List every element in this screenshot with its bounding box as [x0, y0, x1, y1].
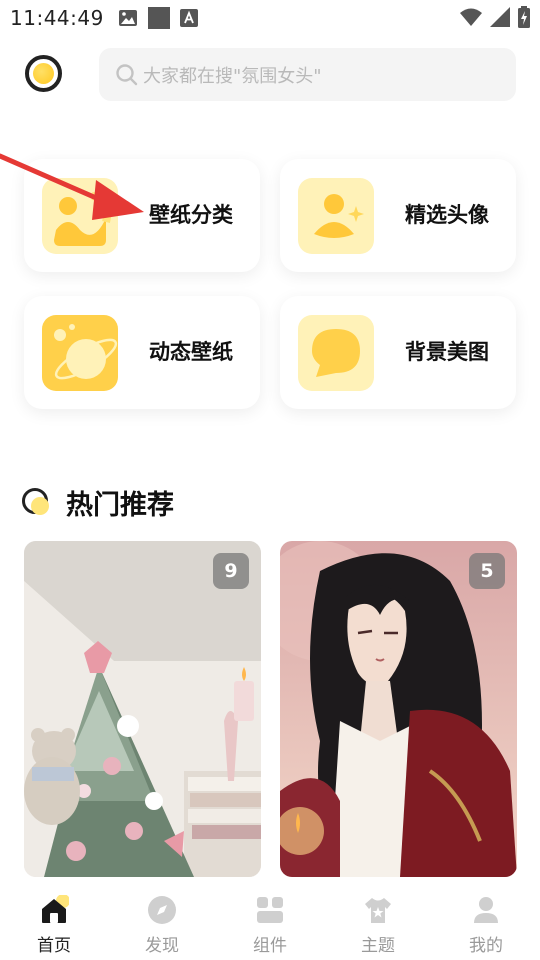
nav-item-theme[interactable]: 主题 — [324, 877, 432, 960]
category-card-background[interactable]: 背景美图 — [280, 296, 516, 409]
category-label: 壁纸分类 — [149, 203, 233, 227]
logo-sun-icon — [33, 63, 54, 84]
home-icon — [42, 895, 69, 923]
nav-item-widgets[interactable]: 组件 — [216, 877, 324, 960]
search-bar[interactable]: 大家都在搜"氛围女头" — [99, 48, 516, 101]
profile-icon — [474, 897, 498, 923]
category-card-avatar[interactable]: 精选头像 — [280, 159, 516, 272]
nav-label: 我的 — [469, 936, 503, 956]
square-icon — [147, 7, 170, 29]
category-card-live-wallpaper[interactable]: 动态壁纸 — [24, 296, 260, 409]
recommend-tile-1[interactable]: 9 — [24, 541, 261, 877]
nav-label: 主题 — [361, 936, 395, 956]
a-icon — [179, 9, 198, 27]
category-label: 精选头像 — [405, 203, 489, 227]
status-icons-right — [460, 6, 530, 28]
discover-icon — [148, 896, 176, 924]
recommend-tile-2[interactable]: 5 — [280, 541, 517, 877]
search-placeholder: 大家都在搜"氛围女头" — [143, 65, 322, 87]
nav-item-discover[interactable]: 发现 — [108, 877, 216, 960]
signal-icon — [490, 7, 510, 27]
battery-icon — [518, 6, 530, 28]
annotation-arrow — [0, 153, 144, 220]
status-icons-left — [118, 7, 198, 29]
nav-label: 组件 — [253, 936, 287, 956]
image-count-badge: 9 — [213, 553, 249, 589]
wifi-icon — [460, 8, 482, 26]
widgets-icon — [257, 897, 283, 923]
nav-item-home[interactable]: 首页 — [0, 877, 108, 960]
nav-item-profile[interactable]: 我的 — [432, 877, 540, 960]
app-logo[interactable] — [25, 55, 62, 92]
search-icon — [116, 63, 138, 85]
image-icon — [118, 10, 137, 26]
nav-label: 发现 — [145, 936, 179, 956]
category-label: 背景美图 — [405, 340, 489, 364]
category-label: 动态壁纸 — [149, 340, 233, 364]
status-bar: 11:44:49 — [0, 0, 540, 36]
anime-character-image — [280, 541, 517, 877]
christmas-tree-image — [24, 541, 261, 877]
status-time: 11:44:49 — [10, 6, 104, 30]
section-title: 热门推荐 — [66, 490, 174, 521]
planet-icon — [42, 315, 118, 391]
app-screen: 11:44:49 大家都在搜"氛围女头" 壁纸分类 精选头像 动态壁纸 背景美图… — [0, 0, 540, 960]
bottom-nav: 首页 发现 组件 主题 我的 — [0, 877, 540, 960]
nav-label: 首页 — [37, 936, 71, 956]
section-dot-icon — [22, 488, 49, 515]
chat-bubble-icon — [298, 315, 374, 391]
theme-shirt-icon — [365, 898, 391, 923]
avatar-icon — [298, 178, 374, 254]
image-count-badge: 5 — [469, 553, 505, 589]
